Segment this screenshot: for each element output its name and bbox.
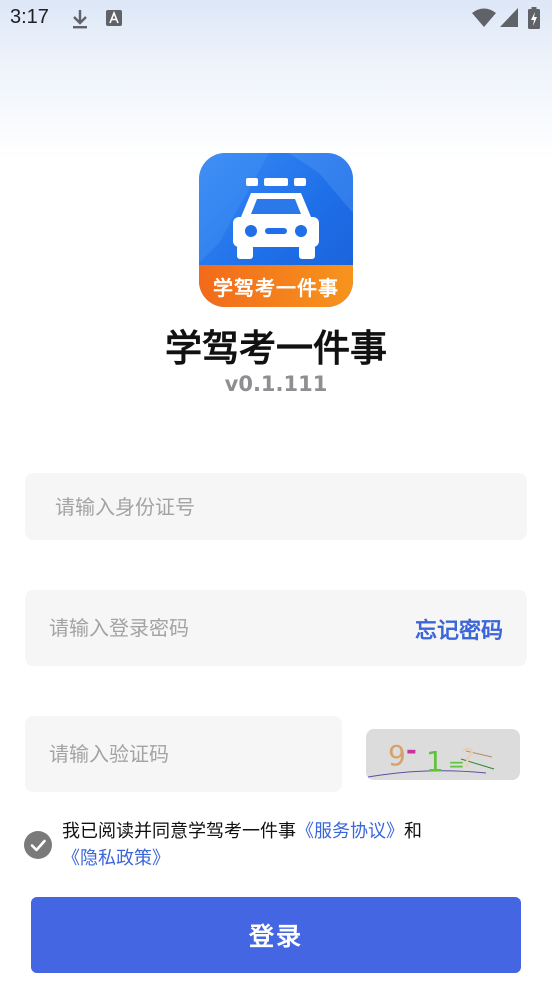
login-button[interactable]: 登录 xyxy=(31,897,521,973)
captcha-field-container xyxy=(25,716,342,792)
forgot-password-link[interactable]: 忘记密码 xyxy=(415,613,503,645)
captcha-image[interactable]: 9 - 1 = ? xyxy=(366,729,520,780)
agreement-text: 我已阅读并同意学驾考一件事《服务协议》和《隐私政策》 xyxy=(62,818,524,872)
agreement-conjunction: 和 xyxy=(404,821,422,842)
font-a-icon xyxy=(106,10,122,30)
service-agreement-link[interactable]: 《服务协议》 xyxy=(296,821,404,842)
signal-icon xyxy=(500,8,518,32)
privacy-policy-link[interactable]: 《隐私政策》 xyxy=(62,848,170,869)
app-logo: 学驾考一件事 xyxy=(199,153,353,307)
password-field-container: 忘记密码 xyxy=(25,590,527,666)
check-icon xyxy=(30,839,46,852)
captcha-input[interactable] xyxy=(25,716,342,792)
captcha-question: ? xyxy=(461,744,475,774)
logo-text: 学驾考一件事 xyxy=(213,276,339,300)
agreement-prefix: 我已阅读并同意学驾考一件事 xyxy=(62,821,296,842)
id-number-input[interactable] xyxy=(25,473,527,540)
captcha-digit-b: 1 xyxy=(426,745,444,778)
id-number-field-container xyxy=(25,473,527,540)
app-name: 学驾考一件事 xyxy=(165,327,387,370)
captcha-graphic: 9 - 1 = ? xyxy=(367,736,495,778)
captcha-operator: - xyxy=(406,736,417,766)
captcha-digit-a: 9 xyxy=(388,739,406,772)
app-version: v0.1.111 xyxy=(224,372,328,396)
battery-charging-icon xyxy=(528,7,540,33)
status-bar: 3:17 xyxy=(0,0,552,38)
wifi-icon xyxy=(472,8,496,32)
status-time: 3:17 xyxy=(10,6,49,28)
agree-checkbox[interactable] xyxy=(24,831,52,859)
download-icon xyxy=(70,8,90,34)
